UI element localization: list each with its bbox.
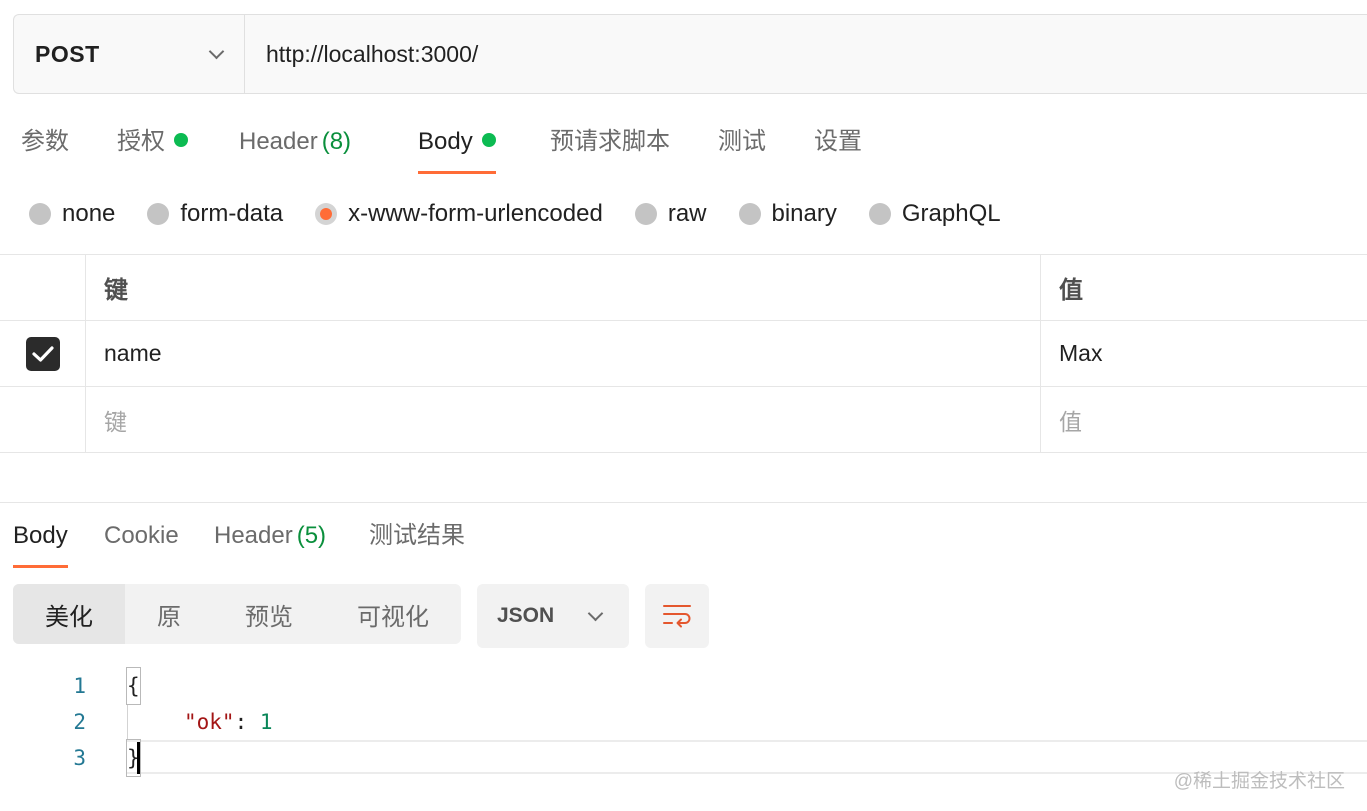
radio-circle-icon [634, 203, 657, 225]
radio-binary[interactable]: binary [738, 200, 837, 228]
radio-graphql-label: GraphQL [901, 200, 1001, 227]
json-colon: : [234, 710, 260, 734]
code-line: 3 } [0, 739, 1367, 777]
resp-tab-body-label: Body [13, 522, 68, 549]
new-key-input[interactable]: 键 [86, 387, 1041, 452]
new-value-input[interactable]: 值 [1041, 387, 1367, 452]
radio-selected-icon [315, 203, 338, 225]
tab-headers[interactable]: Header (8) [239, 118, 351, 174]
radio-circle-icon [868, 203, 891, 225]
radio-binary-label: binary [771, 200, 837, 227]
body-type-radios: none form-data x-www-form-urlencoded raw… [29, 196, 1033, 232]
radio-circle-icon [738, 203, 761, 225]
tab-body-label: Body [418, 128, 473, 155]
view-visualize-button[interactable]: 可视化 [325, 584, 461, 644]
wrap-lines-icon [663, 605, 691, 628]
radio-graphql[interactable]: GraphQL [868, 200, 1001, 228]
chevron-down-icon [587, 605, 604, 621]
kv-table: 键 值 name Max 键 值 [0, 254, 1367, 453]
radio-raw[interactable]: raw [634, 200, 707, 228]
active-tab-indicator [13, 565, 68, 568]
chevron-down-icon [208, 43, 225, 59]
radio-none-label: none [62, 200, 116, 227]
radio-x-www-form-urlencoded[interactable]: x-www-form-urlencoded [315, 200, 603, 228]
tab-auth[interactable]: 授权 [117, 118, 188, 174]
resp-tab-headers[interactable]: Header (5) [214, 514, 326, 568]
radio-raw-label: raw [667, 200, 707, 227]
json-value: 1 [259, 710, 273, 734]
check-icon [31, 345, 54, 362]
radio-urlencoded-label: x-www-form-urlencoded [348, 200, 603, 227]
code-line: 2 "ok": 1 [0, 704, 1367, 740]
status-dot-icon [174, 133, 188, 147]
tab-tests-label: 测试 [718, 128, 766, 155]
tab-headers-label: Header [239, 128, 318, 155]
method-label: POST [35, 40, 100, 67]
line-number: 2 [73, 710, 86, 734]
url-input[interactable]: http://localhost:3000/ [245, 15, 1367, 93]
row-check-cell [0, 321, 86, 386]
tab-pre-request-script[interactable]: 预请求脚本 [550, 118, 670, 174]
resp-tab-test-results[interactable]: 测试结果 [369, 514, 465, 568]
tab-headers-count: (8) [321, 128, 352, 155]
text-cursor [137, 742, 140, 774]
tab-params[interactable]: 参数 [21, 118, 69, 174]
format-label: JSON [497, 604, 555, 627]
header-value: 值 [1059, 277, 1083, 304]
header-check-cell [0, 255, 86, 320]
tab-body[interactable]: Body [418, 118, 496, 174]
section-divider [0, 502, 1367, 503]
row-check-cell [0, 387, 86, 452]
view-raw-button[interactable]: 原 [125, 584, 213, 644]
resp-tab-headers-count: (5) [296, 522, 327, 549]
value-input[interactable]: Max [1041, 321, 1367, 386]
view-pretty-button[interactable]: 美化 [13, 584, 125, 644]
tab-params-label: 参数 [21, 128, 69, 155]
radio-none[interactable]: none [29, 200, 115, 228]
tab-settings[interactable]: 设置 [814, 118, 862, 174]
response-tabs: Body Cookie Header (5) 测试结果 [0, 514, 1367, 568]
table-row: name Max [0, 320, 1367, 386]
resp-tab-body[interactable]: Body [13, 514, 68, 568]
format-select[interactable]: JSON [477, 584, 629, 648]
status-dot-icon [481, 133, 496, 147]
request-bar: POST http://localhost:3000/ [13, 14, 1367, 94]
request-tabs: 参数 授权 Header (8) Body 预请求脚本 测试 设置 [0, 118, 1367, 174]
view-mode-control: 美化 原 预览 可视化 [13, 584, 461, 644]
json-key: "ok" [184, 710, 235, 734]
header-key: 键 [86, 255, 1041, 320]
key-input[interactable]: name [86, 321, 1041, 386]
code-line: 1 { [0, 667, 1367, 705]
code-text: "ok": 1 [184, 704, 273, 740]
code-text: { [126, 667, 141, 705]
resp-tab-test-results-label: 测试结果 [369, 522, 465, 549]
method-select[interactable]: POST [14, 15, 245, 93]
radio-form-data-label: form-data [180, 200, 284, 227]
line-number: 3 [73, 746, 86, 770]
tab-tests[interactable]: 测试 [718, 118, 766, 174]
resp-tab-cookie-label: Cookie [104, 522, 179, 549]
kv-table-header: 键 值 [0, 254, 1367, 320]
tab-settings-label: 设置 [814, 128, 862, 155]
tab-auth-label: 授权 [117, 128, 165, 155]
tab-pre-request-script-label: 预请求脚本 [550, 128, 670, 155]
row-checkbox[interactable] [25, 336, 60, 371]
active-tab-indicator [418, 171, 496, 174]
resp-tab-headers-label: Header [214, 522, 293, 549]
resp-tab-cookie[interactable]: Cookie [104, 514, 179, 568]
view-preview-button[interactable]: 预览 [213, 584, 325, 644]
watermark: @稀土掘金技术社区 [1173, 771, 1345, 792]
radio-form-data[interactable]: form-data [147, 200, 283, 228]
open-brace: { [126, 667, 141, 705]
line-number: 1 [73, 674, 86, 698]
wrap-lines-button[interactable] [645, 584, 709, 648]
table-row-empty: 键 值 [0, 386, 1367, 453]
radio-circle-icon [147, 203, 170, 225]
radio-circle-icon [29, 203, 51, 225]
